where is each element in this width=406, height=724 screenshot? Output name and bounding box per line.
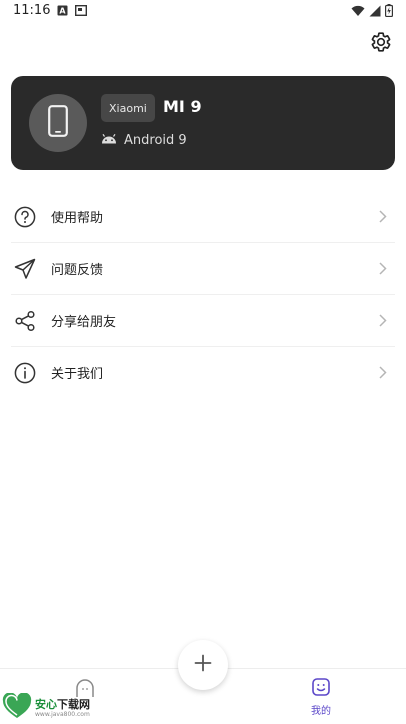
menu-list: 使用帮助 问题反馈 分享给朋友 关于我们	[11, 191, 395, 398]
device-os: Android 9	[124, 133, 187, 148]
watermark-text: 安心下载网 www.java800.com	[35, 699, 90, 718]
battery-charging-icon	[385, 4, 394, 21]
picture-notification-icon	[74, 4, 88, 20]
menu-item-help[interactable]: 使用帮助	[11, 191, 395, 243]
send-icon	[13, 257, 37, 281]
watermark-title: 安心下载网	[35, 699, 90, 710]
watermark-url: www.java800.com	[35, 710, 90, 718]
status-bar: 11:16 A	[0, 0, 406, 24]
settings-button[interactable]	[368, 31, 394, 57]
menu-item-about[interactable]: 关于我们	[11, 347, 395, 398]
watermark-title-green: 安心	[35, 697, 57, 711]
chevron-right-icon	[377, 314, 389, 328]
status-left-icons: A	[57, 4, 88, 20]
chevron-right-icon	[377, 262, 389, 276]
menu-label-share: 分享给朋友	[51, 315, 117, 330]
brand-chip: Xiaomi	[101, 94, 155, 122]
status-time: 11:16	[13, 3, 51, 18]
menu-label-feedback: 问题反馈	[51, 263, 104, 278]
face-icon	[312, 678, 330, 700]
plus-icon	[194, 654, 212, 676]
chevron-right-icon	[377, 210, 389, 224]
menu-item-share[interactable]: 分享给朋友	[11, 295, 395, 347]
chevron-right-icon	[377, 366, 389, 380]
menu-label-about: 关于我们	[51, 367, 104, 382]
watermark-title-black: 下载网	[57, 697, 90, 711]
gear-icon	[370, 31, 392, 57]
menu-item-feedback[interactable]: 问题反馈	[11, 243, 395, 295]
help-circle-icon	[13, 205, 37, 229]
device-model: MI 9	[163, 97, 202, 116]
nav-mine-label: 我的	[311, 706, 331, 717]
signal-icon	[369, 5, 381, 21]
info-circle-icon	[13, 361, 37, 385]
watermark-logo-icon	[2, 692, 32, 723]
nav-mine-tab[interactable]: 我的	[306, 678, 336, 718]
device-card[interactable]: Xiaomi MI 9 Android 9	[11, 76, 395, 170]
wifi-icon	[351, 5, 365, 21]
a-notification-icon: A	[57, 5, 68, 20]
add-button[interactable]	[178, 640, 228, 690]
smartphone-icon	[48, 105, 68, 141]
os-row: Android 9	[101, 133, 187, 148]
watermark: 安心下载网 www.java800.com	[2, 692, 90, 723]
device-brand: Xiaomi	[109, 101, 147, 115]
menu-label-help: 使用帮助	[51, 211, 104, 226]
android-icon	[101, 133, 117, 148]
share-icon	[13, 309, 37, 333]
status-right-icons	[351, 4, 394, 21]
device-avatar	[29, 94, 87, 152]
svg-text:A: A	[59, 7, 66, 16]
